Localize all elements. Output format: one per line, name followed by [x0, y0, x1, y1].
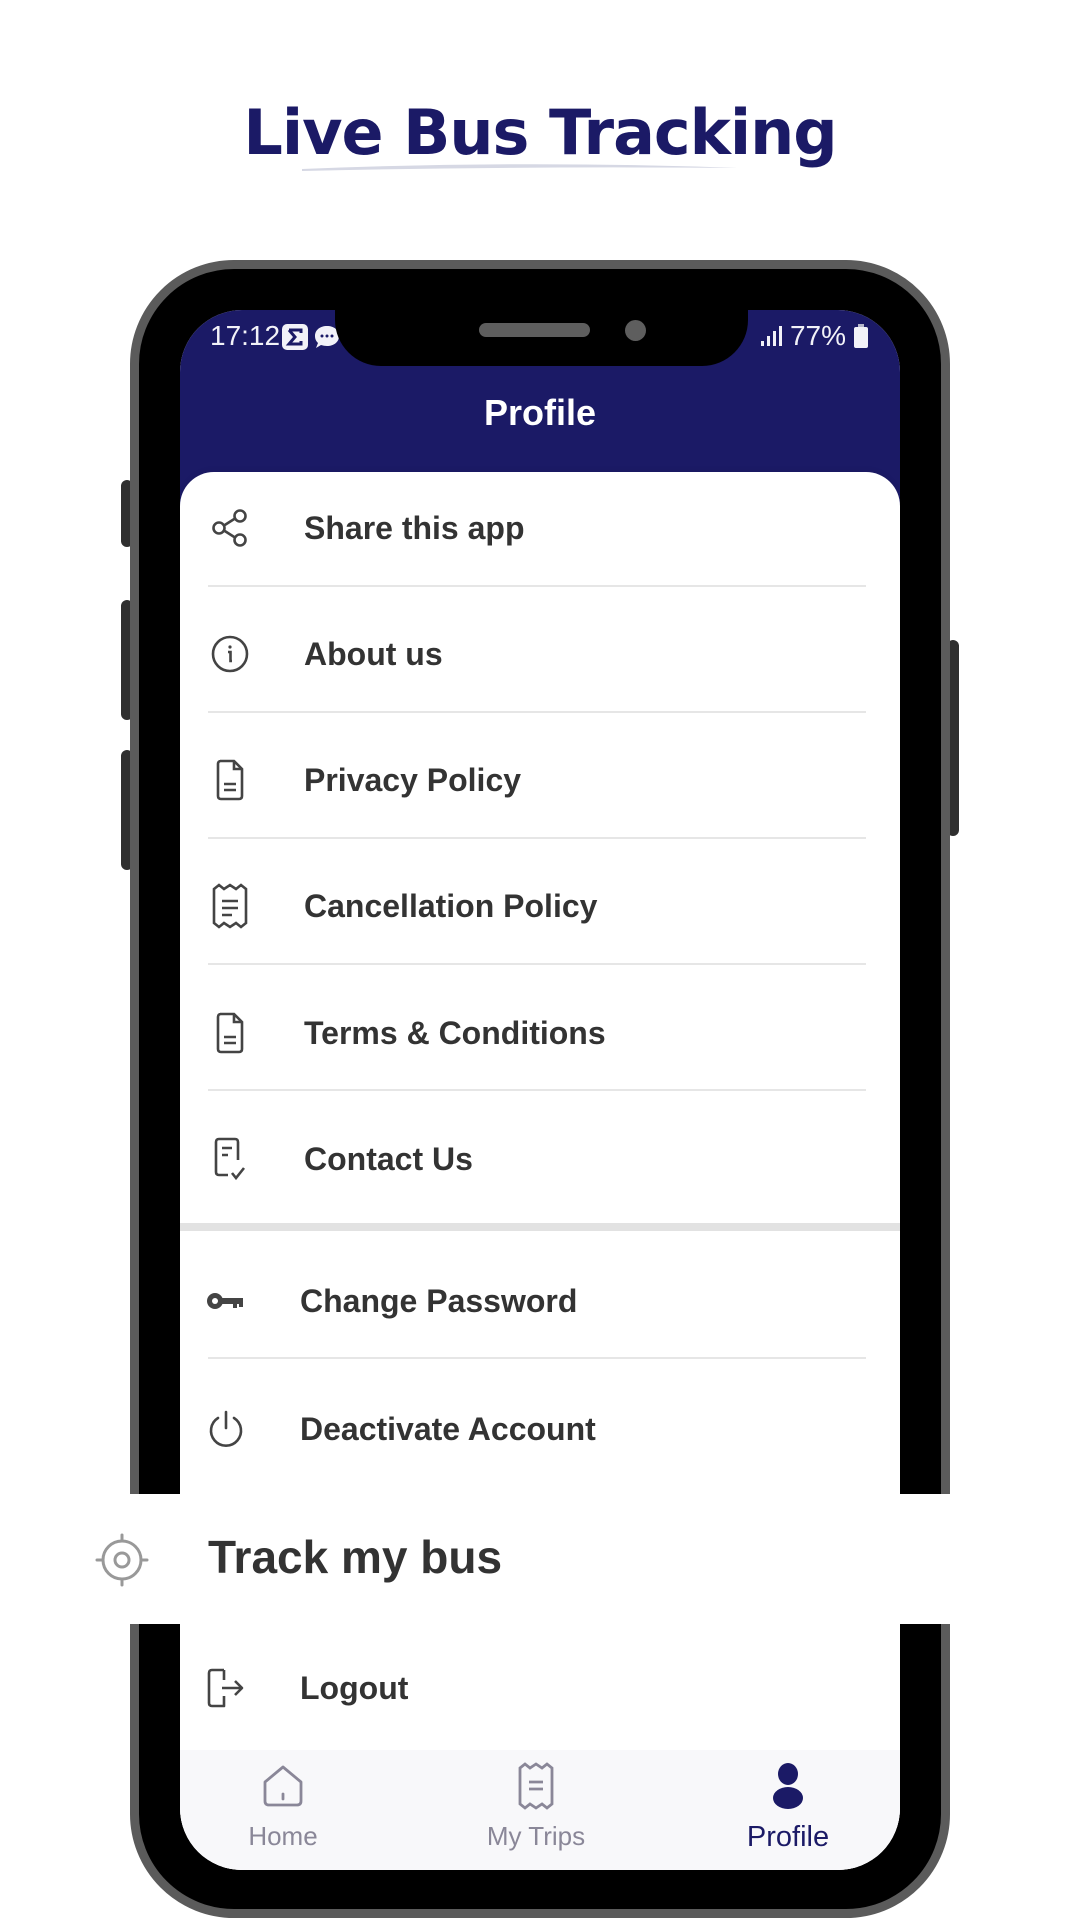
document-icon	[208, 758, 252, 802]
person-icon	[766, 1762, 810, 1815]
info-icon	[208, 632, 252, 676]
menu-item-label: Share this app	[304, 509, 525, 546]
bottom-nav: Home My Trips Profile	[180, 1750, 900, 1870]
status-time: 17:12	[210, 320, 281, 351]
menu-item-label: Contact Us	[304, 1140, 473, 1177]
menu-item-contact-us[interactable]: Contact Us	[180, 1109, 900, 1209]
divider	[208, 837, 866, 839]
track-my-bus-label: Track my bus	[208, 1531, 503, 1583]
promo-title: Live Bus Tracking	[243, 96, 837, 169]
phone-camera	[625, 320, 646, 341]
menu-item-label: Logout	[300, 1669, 409, 1706]
menu-item-label: Privacy Policy	[304, 761, 522, 798]
nav-item-home[interactable]: Home	[203, 1762, 363, 1852]
nav-item-profile[interactable]: Profile	[708, 1762, 868, 1854]
nav-label: Home	[248, 1821, 318, 1851]
menu-item-change-password[interactable]: Change Password	[180, 1251, 900, 1351]
divider	[208, 711, 866, 713]
receipt-icon	[514, 1762, 558, 1815]
phone-speaker	[479, 323, 590, 337]
contact-form-icon	[208, 1137, 252, 1181]
divider	[208, 1089, 866, 1091]
title-underline-swoosh	[302, 164, 738, 171]
menu-item-deactivate-account[interactable]: Deactivate Account	[180, 1379, 900, 1479]
home-icon	[259, 1762, 307, 1815]
section-separator	[180, 1223, 900, 1231]
menu-item-about-us[interactable]: About us	[180, 604, 900, 704]
document-icon	[208, 1011, 252, 1055]
power-icon	[204, 1407, 248, 1451]
menu-item-label: Change Password	[300, 1282, 578, 1319]
phone-notch	[335, 300, 748, 366]
receipt-icon	[208, 883, 252, 929]
menu-item-label: About us	[304, 635, 443, 672]
menu-item-terms-conditions[interactable]: Terms & Conditions	[180, 983, 900, 1083]
logout-icon	[204, 1666, 248, 1710]
battery-percent: 77%	[789, 320, 846, 351]
location-target-icon	[94, 1532, 150, 1588]
sigma-app-icon	[282, 324, 308, 350]
menu-item-label: Terms & Conditions	[304, 1014, 606, 1051]
nav-label: My Trips	[486, 1821, 586, 1851]
share-icon	[208, 506, 252, 550]
battery-icon	[854, 324, 868, 348]
track-my-bus-banner[interactable]: Track my bus	[0, 1494, 1080, 1624]
menu-item-logout[interactable]: Logout	[180, 1638, 900, 1738]
phone-screen: 17:12 77% Profile Share this app About u…	[180, 310, 900, 1870]
nav-label: Profile	[746, 1821, 830, 1853]
key-icon	[204, 1279, 248, 1323]
divider	[208, 963, 866, 965]
menu-item-label: Deactivate Account	[300, 1410, 596, 1447]
nav-item-my-trips[interactable]: My Trips	[456, 1762, 616, 1852]
menu-item-cancellation-policy[interactable]: Cancellation Policy	[180, 856, 900, 956]
menu-item-share-app[interactable]: Share this app	[180, 478, 900, 578]
divider	[208, 1357, 866, 1359]
menu-item-label: Cancellation Policy	[304, 887, 598, 924]
signal-icon	[760, 326, 782, 346]
divider	[208, 585, 866, 587]
menu-item-privacy-policy[interactable]: Privacy Policy	[180, 730, 900, 830]
page-title: Profile	[483, 392, 597, 433]
